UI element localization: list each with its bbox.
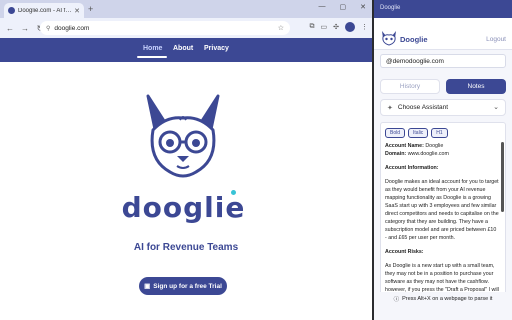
signup-button[interactable]: ▣ Sign up for a free Trial <box>139 277 227 295</box>
account-name: Dooglie <box>425 143 444 149</box>
tab-notes[interactable]: Notes <box>446 79 506 94</box>
panel-brand: Dooglie <box>400 35 428 44</box>
italic-button[interactable]: Italic <box>408 128 429 138</box>
extension-panel: Dooglie Dooglie Logout @demodooglie.com … <box>374 0 512 320</box>
back-icon[interactable]: ← <box>4 22 16 34</box>
nav-about[interactable]: About <box>173 45 193 52</box>
minimize-icon[interactable]: — <box>319 3 326 11</box>
site-navbar: Home About Privacy <box>0 38 372 62</box>
risks-heading: Account Risks: <box>385 249 424 255</box>
extension-icon[interactable]: ⧉ <box>310 23 315 31</box>
tab-strip: Dooglie.com - AI for Revenue T… ✕ + — ▢ … <box>0 0 372 18</box>
nav-home[interactable]: Home <box>143 45 162 52</box>
info-text: Dooglie makes an ideal account for you t… <box>385 179 499 241</box>
window-controls: — ▢ ✕ <box>319 3 367 11</box>
site-hero: dooglie AI for Revenue Teams ▣ Sign up f… <box>0 62 372 320</box>
dog-logo-icon <box>146 94 220 178</box>
wordmark-text: dooglie <box>121 191 246 224</box>
browser-window: Dooglie.com - AI for Revenue T… ✕ + — ▢ … <box>0 0 372 320</box>
screen: Dooglie.com - AI for Revenue T… ✕ + — ▢ … <box>0 0 512 320</box>
panel-titlebar: Dooglie <box>374 0 512 18</box>
site-info-icon[interactable]: ⚲ <box>46 25 50 32</box>
domain-field[interactable]: @demodooglie.com <box>380 54 506 68</box>
forward-icon[interactable]: → <box>19 22 31 34</box>
brand-wordmark: dooglie <box>0 190 372 224</box>
browser-tab[interactable]: Dooglie.com - AI for Revenue T… ✕ <box>4 3 84 18</box>
account-name-label: Account Name: <box>385 143 424 149</box>
hero-tagline: AI for Revenue Teams <box>133 242 239 253</box>
assistant-label: Choose Assistant <box>397 104 449 111</box>
notes-content: Account Name: Dooglie Domain: www.doogli… <box>385 142 499 305</box>
domain-label: Domain: <box>385 151 407 157</box>
parse-hint: ⓘ Press Alt+X on a webpage to parse it <box>374 292 512 306</box>
active-nav-indicator <box>137 56 167 58</box>
maximize-icon[interactable]: ▢ <box>340 3 347 11</box>
toolbar-actions: ⧉ ▭ ✣ ⋮ <box>310 22 368 32</box>
bold-button[interactable]: Bold <box>385 128 406 138</box>
chevron-down-icon: ⌄ <box>493 104 499 111</box>
favicon-icon <box>8 7 15 14</box>
cast-icon[interactable]: ▭ <box>321 23 328 31</box>
format-toolbar: Bold Italic H1 <box>385 128 448 138</box>
calendar-icon: ▣ <box>144 283 151 290</box>
bookmark-star-icon[interactable]: ☆ <box>278 24 284 32</box>
panel-header: Dooglie Logout <box>374 18 512 50</box>
signup-label: Sign up for a free Trial <box>153 282 222 290</box>
menu-icon[interactable]: ⋮ <box>361 23 368 31</box>
notes-editor[interactable]: Bold Italic H1 Account Name: Dooglie Dom… <box>380 122 506 306</box>
dooglie-logo-icon <box>382 31 396 46</box>
new-tab-icon[interactable]: + <box>88 4 93 14</box>
choose-assistant-dropdown[interactable]: ✦ Choose Assistant ⌄ <box>380 99 506 116</box>
account-domain: www.dooglie.com <box>407 151 449 157</box>
tab-title: Dooglie.com - AI for Revenue T… <box>18 7 72 14</box>
info-heading: Account Information: <box>385 165 439 171</box>
profile-avatar[interactable] <box>345 22 355 32</box>
close-tab-icon[interactable]: ✕ <box>74 7 80 15</box>
notes-scrollbar[interactable] <box>501 142 504 212</box>
tab-history[interactable]: History <box>380 79 440 94</box>
info-icon: ⓘ <box>393 297 400 303</box>
hint-text: Press Alt+X on a webpage to parse it <box>402 296 493 302</box>
h1-button[interactable]: H1 <box>431 128 448 138</box>
logout-link[interactable]: Logout <box>486 36 506 43</box>
nav-privacy[interactable]: Privacy <box>204 45 229 52</box>
close-window-icon[interactable]: ✕ <box>360 3 366 11</box>
address-bar[interactable]: ⚲ dooglie.com ☆ <box>40 21 290 35</box>
browser-toolbar: ← → ↻ ⚲ dooglie.com ☆ ⧉ ▭ ✣ ⋮ <box>0 18 372 38</box>
puzzle-icon[interactable]: ✣ <box>333 23 339 31</box>
sparkle-icon: ✦ <box>387 104 393 112</box>
url-text: dooglie.com <box>54 24 90 32</box>
